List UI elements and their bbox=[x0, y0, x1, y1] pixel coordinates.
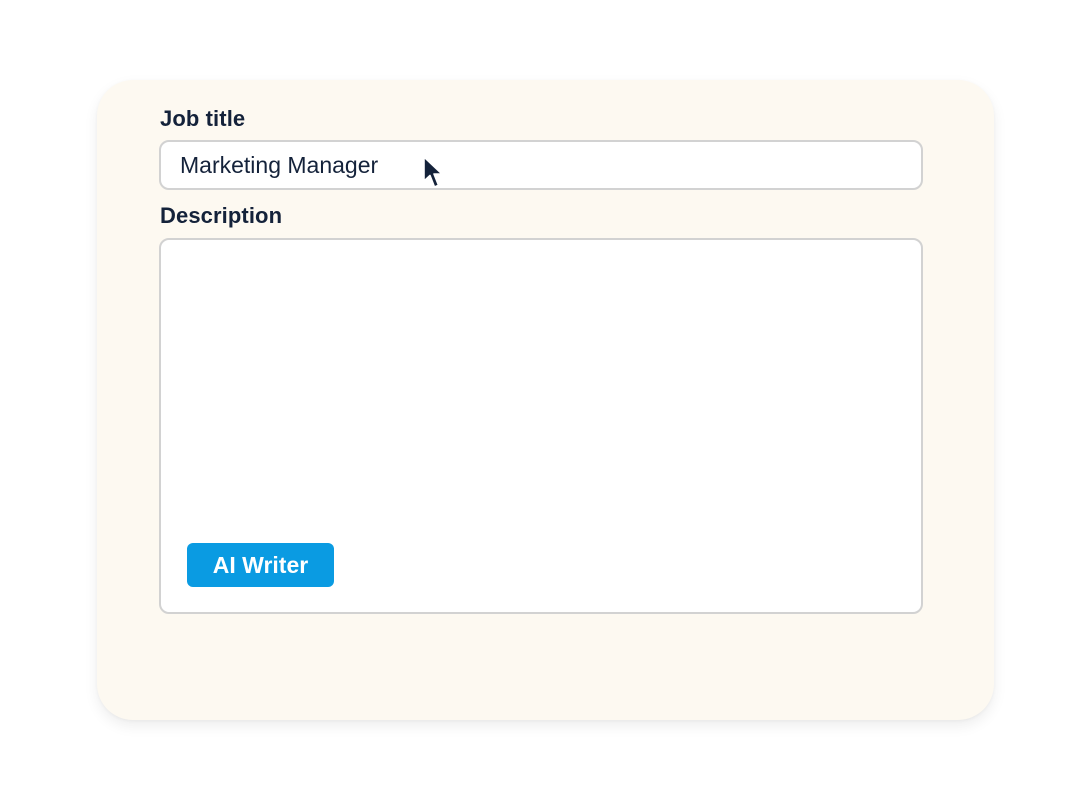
job-title-value: Marketing Manager bbox=[180, 151, 379, 178]
job-title-input[interactable]: Marketing Manager bbox=[159, 140, 923, 190]
job-title-label: Job title bbox=[160, 106, 246, 131]
mouse-pointer-icon bbox=[423, 156, 443, 188]
description-label: Description bbox=[160, 203, 283, 228]
ai-writer-button[interactable]: AI Writer bbox=[187, 543, 334, 587]
